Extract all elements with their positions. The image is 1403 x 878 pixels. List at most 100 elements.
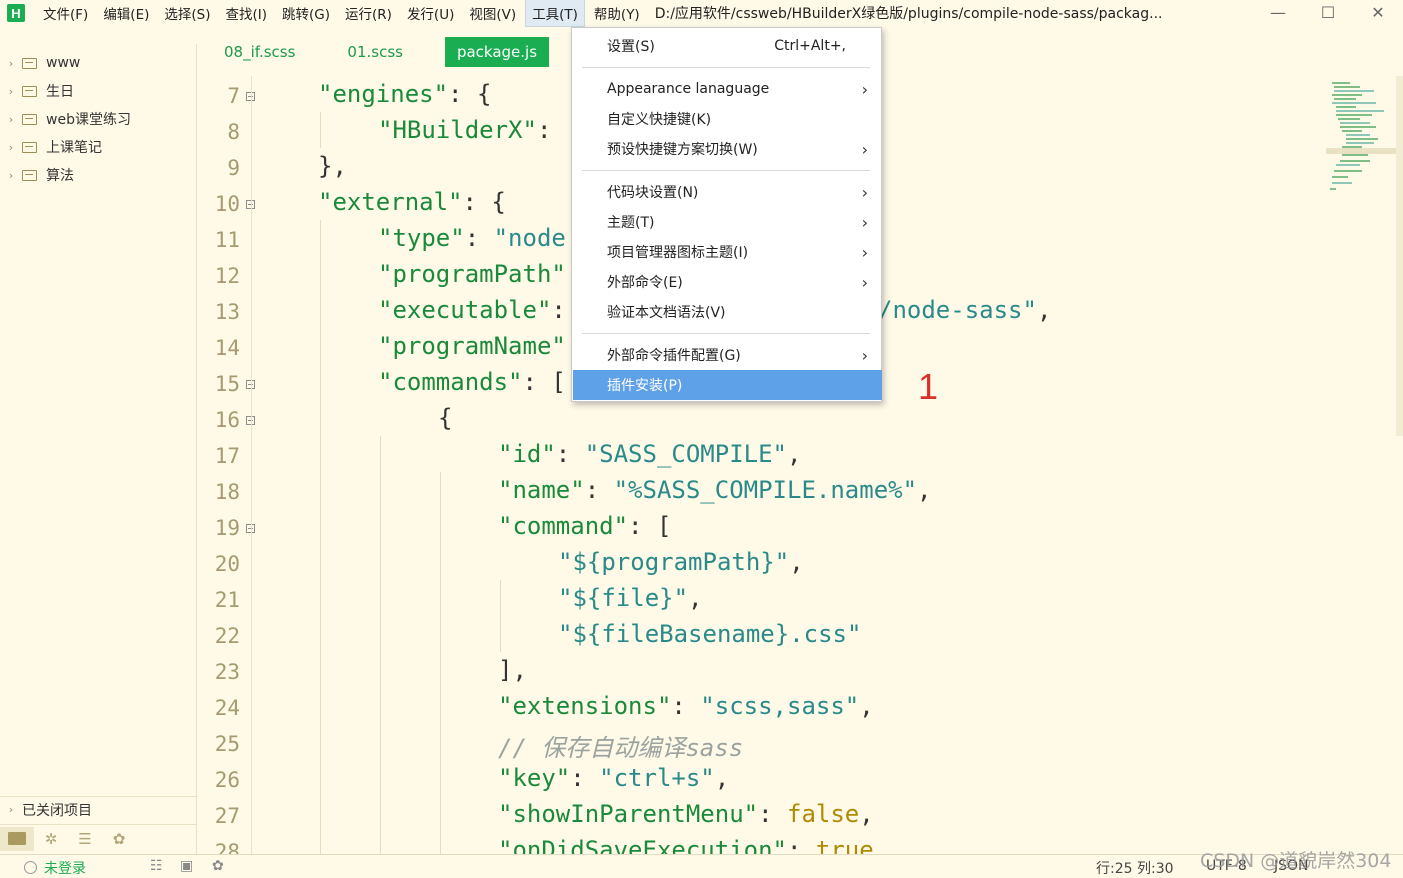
menu-select[interactable]: 选择(S)	[158, 0, 216, 26]
chevron-right-icon[interactable]: ›	[0, 113, 22, 126]
folder-icon	[22, 169, 37, 181]
minimap[interactable]	[1326, 76, 1403, 436]
palette-icon[interactable]: ✿	[212, 858, 224, 874]
menu-help[interactable]: 帮助(Y)	[588, 0, 646, 26]
line-number: 17	[214, 444, 240, 468]
chevron-right-icon[interactable]: ›	[0, 169, 22, 182]
menu-item-validate-syntax[interactable]: 验证本文档语法(V)	[573, 297, 882, 327]
menu-item-label: 自定义快捷键(K)	[607, 112, 712, 128]
chevron-right-icon[interactable]: ›	[0, 803, 22, 816]
json-key: "commands"	[378, 368, 523, 396]
sidebar-item-web-practice[interactable]: › web课堂练习	[0, 106, 131, 132]
close-icon: ✕	[1371, 2, 1385, 22]
sidebar-item-label: web课堂练习	[46, 112, 131, 128]
close-button[interactable]: ✕	[1353, 0, 1403, 24]
json-punct: :	[786, 836, 816, 854]
line-number: 8	[227, 120, 240, 144]
sidebar-item-www[interactable]: › www	[0, 50, 81, 76]
menu-item-install-plugin[interactable]: 插件安装(P)	[573, 370, 882, 400]
chevron-right-icon: ›	[861, 242, 868, 262]
code-line: 21 "${file}",	[198, 582, 1328, 618]
code-line: 22 "${fileBasename}.css"	[198, 618, 1328, 654]
line-number: 25	[214, 732, 240, 756]
json-punct: ,	[787, 440, 802, 468]
code-line: 17 "id": "SASS_COMPILE",	[198, 438, 1328, 474]
menu-item-custom-shortcuts[interactable]: 自定义快捷键(K)	[573, 104, 882, 134]
menu-goto[interactable]: 跳转(G)	[276, 0, 336, 26]
line-number: 19	[214, 516, 240, 540]
json-key: "type"	[378, 224, 465, 252]
menu-find[interactable]: 查找(I)	[220, 0, 274, 26]
menu-item-label: 设置(S)	[607, 39, 655, 55]
line-number: 10	[214, 192, 240, 216]
json-punct: ,	[859, 800, 874, 828]
menu-item-icon-theme[interactable]: 项目管理器图标主题(I) ›	[573, 237, 882, 267]
sidebar-item-label: 上课笔记	[46, 140, 102, 156]
debug-button[interactable]: ✲	[34, 827, 68, 851]
project-sidebar: › www › 生日 › web课堂练习 › 上课笔记 › 算法 › 已关闭项目 ✲ ☰ ✿	[0, 44, 197, 854]
menu-item-external-commands[interactable]: 外部命令(E) ›	[573, 267, 882, 297]
menu-item-external-plugin-config[interactable]: 外部命令插件配置(G) ›	[573, 340, 882, 370]
sidebar-item-label: www	[46, 55, 81, 71]
sidebar-item-algorithms[interactable]: › 算法	[0, 162, 74, 188]
menu-view[interactable]: 视图(V)	[463, 0, 522, 26]
plugin-button[interactable]: ✿	[102, 827, 136, 851]
json-string: /node-sass"	[878, 296, 1037, 324]
chevron-right-icon[interactable]: ›	[0, 85, 22, 98]
search-list-icon: ☰	[78, 829, 92, 848]
vertical-scrollbar[interactable]	[1396, 76, 1403, 436]
menu-item-label: 代码块设置(N)	[607, 185, 699, 201]
closed-projects[interactable]: › 已关闭项目	[0, 796, 197, 822]
menu-item-label: 项目管理器图标主题(I)	[607, 245, 749, 261]
folder-icon	[22, 141, 37, 153]
code-line: 16 {	[198, 402, 1328, 438]
json-string: "SASS_COMPILE"	[584, 440, 787, 468]
cursor-position[interactable]: 行:25 列:30	[1096, 858, 1174, 878]
minimize-button[interactable]: —	[1253, 0, 1303, 24]
code-line: 24 "extensions": "scss,sass",	[198, 690, 1328, 726]
chevron-right-icon[interactable]: ›	[0, 141, 22, 154]
line-number: 9	[227, 156, 240, 180]
chevron-right-icon[interactable]: ›	[0, 57, 22, 70]
login-status[interactable]: 未登录	[44, 858, 86, 878]
line-number: 28	[214, 840, 240, 854]
json-key: "programPath"	[378, 260, 566, 288]
list-icon[interactable]: ☷	[150, 858, 163, 874]
sidebar-item-notes[interactable]: › 上课笔记	[0, 134, 102, 160]
menu-bar: H 文件(F) 编辑(E) 选择(S) 查找(I) 跳转(G) 运行(R) 发行…	[0, 0, 1403, 27]
json-punct: ,	[714, 764, 730, 792]
line-number: 26	[214, 768, 240, 792]
menu-item-settings[interactable]: 设置(S) Ctrl+Alt+,	[573, 31, 882, 61]
line-number: 15	[214, 372, 240, 396]
sidebar-item-birthday[interactable]: › 生日	[0, 78, 74, 104]
code-line: 27 "showInParentMenu": false,	[198, 798, 1328, 834]
minimap-viewport[interactable]	[1326, 148, 1403, 154]
json-bool: false	[787, 800, 860, 828]
menu-item-shortcut-scheme[interactable]: 预设快捷键方案切换(W) ›	[573, 134, 882, 164]
menu-item-appearance-language[interactable]: Appearance lanaguage ›	[573, 74, 882, 104]
menu-run[interactable]: 运行(R)	[339, 0, 398, 26]
tab-01-scss[interactable]: 01.scss	[321, 37, 429, 67]
json-punct: },	[318, 152, 347, 180]
menu-file[interactable]: 文件(F)	[37, 0, 94, 26]
line-number: 27	[214, 804, 240, 828]
tab-package-json[interactable]: package.js	[444, 37, 550, 67]
chevron-right-icon: ›	[861, 272, 868, 292]
app-logo-icon: H	[7, 4, 25, 22]
json-punct: : {	[448, 80, 492, 108]
json-key: "showInParentMenu"	[498, 800, 759, 828]
menu-edit[interactable]: 编辑(E)	[97, 0, 155, 26]
search-panel-button[interactable]: ☰	[68, 827, 102, 851]
terminal-icon[interactable]: ▣	[180, 858, 193, 874]
menu-item-snippets[interactable]: 代码块设置(N) ›	[573, 177, 882, 207]
maximize-button[interactable]: ☐	[1303, 0, 1353, 24]
code-line: 25 // 保存自动编译sass	[198, 726, 1328, 762]
json-key: "engines"	[318, 80, 449, 108]
menu-tools[interactable]: 工具(T)	[525, 0, 585, 27]
tab-08-if-scss[interactable]: 08_if.scss	[198, 37, 321, 67]
menu-item-theme[interactable]: 主题(T) ›	[573, 207, 882, 237]
project-manager-button[interactable]	[0, 826, 34, 851]
menu-publish[interactable]: 发行(U)	[401, 0, 460, 26]
menu-item-label: 预设快捷键方案切换(W)	[607, 142, 758, 158]
json-string: "ctrl+s"	[599, 764, 715, 792]
